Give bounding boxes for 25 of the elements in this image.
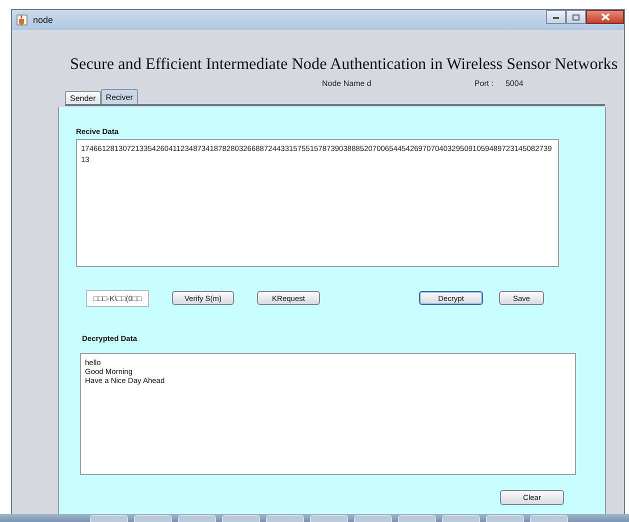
taskbar-button[interactable] [486, 515, 524, 522]
tab[interactable]: Sender [65, 91, 101, 104]
close-button[interactable] [586, 10, 624, 24]
close-icon [600, 13, 610, 21]
taskbar-button[interactable] [530, 515, 568, 522]
taskbar-button[interactable] [134, 515, 172, 522]
cup-icon [16, 14, 28, 26]
port-label: Port : [474, 79, 494, 89]
taskbar-button[interactable] [398, 515, 436, 522]
maximize-button[interactable] [566, 10, 586, 24]
taskbar-button[interactable] [90, 515, 128, 522]
minimize-button[interactable] [546, 10, 566, 24]
taskbar-button[interactable] [266, 515, 304, 522]
node-name-label: Node Name d [322, 79, 372, 89]
window-title: node [33, 15, 54, 25]
app-heading: Secure and Efficient Intermediate Node Authentication in Wireless Sensor Networks [70, 54, 618, 74]
maximize-icon [572, 14, 580, 20]
taskbar-button[interactable] [222, 515, 260, 522]
taskbar-button[interactable] [442, 515, 480, 522]
tab[interactable]: Reciver [100, 89, 138, 104]
taskbar-button[interactable] [354, 515, 392, 522]
port-value: 5004 [505, 79, 524, 89]
taskbar-button[interactable] [178, 515, 216, 522]
taskbar-button[interactable] [310, 515, 348, 522]
minimize-icon [552, 14, 560, 20]
